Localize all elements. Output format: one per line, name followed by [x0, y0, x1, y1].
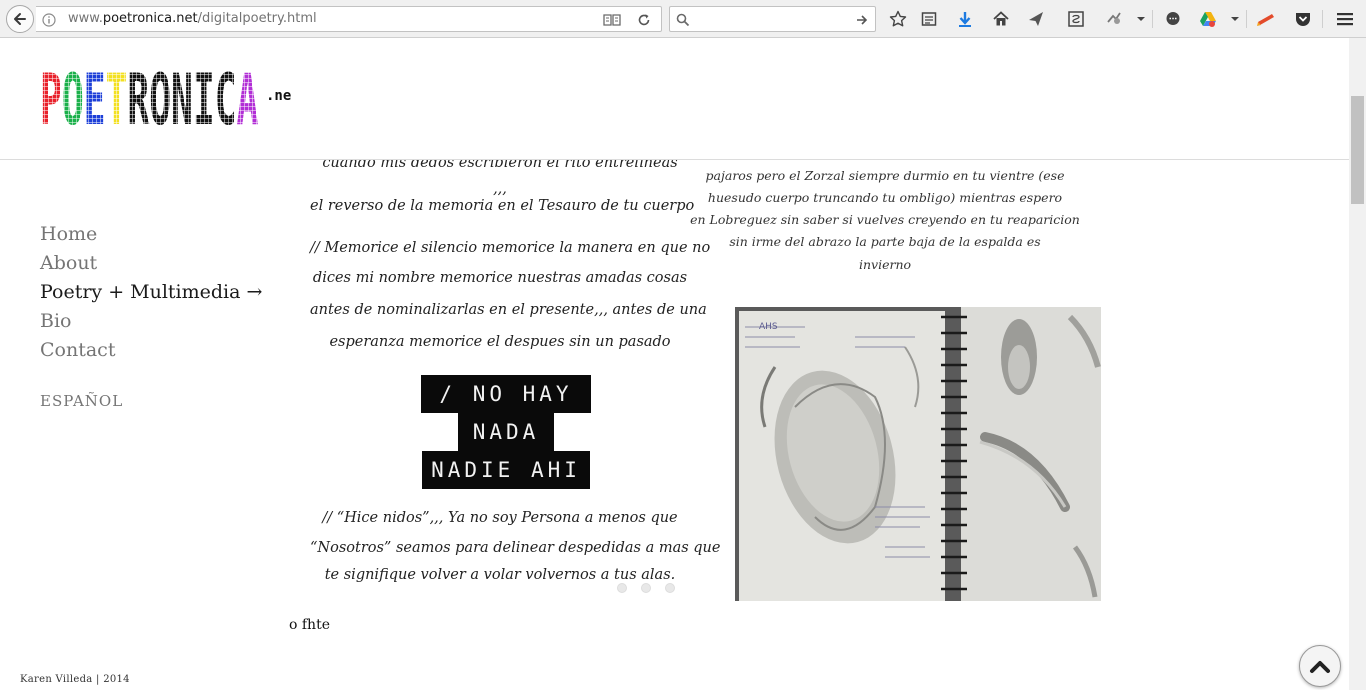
screenshot-icon[interactable]: [1066, 9, 1086, 29]
language-link[interactable]: ESPAÑOL: [40, 392, 123, 410]
no-hay-line: / NO HAY: [421, 375, 591, 413]
sketchbook-image: AHS: [735, 307, 1101, 601]
search-icon: [676, 12, 690, 31]
toolbar-divider: [1152, 10, 1153, 28]
nav-item-contact[interactable]: Contact: [40, 336, 262, 365]
arrow-left-icon: [14, 13, 26, 25]
info-icon[interactable]: [42, 12, 56, 31]
footer-text: Karen Villeda | 2014: [20, 674, 130, 685]
home-icon[interactable]: [991, 9, 1011, 29]
poem-line: // Memorice el silencio memorice la mane…: [310, 240, 711, 256]
nadie-ahi-line: NADIE AHI: [422, 451, 590, 489]
slider-dots: [617, 578, 689, 597]
no-hay-block: / NO HAY NADA NADIE AHI: [420, 375, 592, 489]
slider-dot[interactable]: [665, 583, 675, 593]
arrow-right-icon[interactable]: [855, 12, 869, 31]
poem-line: antes de nominalizarlas en el presente,,…: [310, 302, 707, 318]
site-header: P O E T R O N I C A .net: [0, 38, 1349, 160]
caption-text: o fhte: [289, 617, 330, 633]
hamburger-menu-icon[interactable]: [1335, 9, 1355, 29]
toolbar-divider-2: [1246, 10, 1247, 28]
poem-line: dices mi nombre memorice nuestras amadas…: [312, 270, 688, 286]
url-prefix: www.: [68, 11, 103, 26]
url-host: poetronica.net: [102, 11, 198, 26]
chevron-down-icon-2[interactable]: [1225, 9, 1245, 29]
scrollbar-thumb[interactable]: [1351, 96, 1364, 204]
pocket-icon[interactable]: [1293, 9, 1313, 29]
poem-line: huesudo cuerpo truncando tu ombligo) mie…: [707, 190, 1063, 205]
reading-list-icon[interactable]: [919, 9, 939, 29]
poem-line: // “Hice nidos”,,, Ya no soy Persona a m…: [322, 510, 678, 526]
url-text[interactable]: www.poetronica.net/digitalpoetry.html: [68, 11, 317, 26]
notebook-label: AHS: [759, 322, 778, 332]
send-icon[interactable]: [1026, 9, 1046, 29]
reload-icon[interactable]: [637, 12, 651, 31]
bookmark-star-icon[interactable]: [888, 9, 908, 29]
back-button[interactable]: [6, 5, 34, 33]
svg-text:.net: .net: [266, 88, 292, 104]
poem-line: pajaros pero el Zorzal siempre durmio en…: [705, 168, 1065, 183]
browser-toolbar: www.poetronica.net/digitalpoetry.html: [0, 0, 1366, 38]
nav-item-poetry-multimedia[interactable]: Poetry + Multimedia →: [40, 278, 262, 307]
reader-view-icon[interactable]: [603, 12, 621, 31]
url-bar[interactable]: www.poetronica.net/digitalpoetry.html: [36, 6, 662, 32]
poem-line: en Lobreguez sin saber si vuelves creyen…: [690, 212, 1080, 227]
nav-item-home[interactable]: Home: [40, 220, 262, 249]
nada-line: NADA: [458, 413, 554, 451]
toolbar-divider-3: [1322, 10, 1323, 28]
poem-line: “Nosotros” seamos para delinear despedid…: [310, 540, 721, 556]
scroll-to-top-button[interactable]: [1299, 645, 1341, 687]
slider-dot[interactable]: [641, 583, 651, 593]
poem-line: sin irme del abrazo la parte baja de la …: [729, 234, 1041, 249]
url-path: /digitalpoetry.html: [197, 11, 317, 26]
poetronica-logo-image: P O E T R O N I C A .net: [40, 58, 300, 142]
chevron-up-icon: [1310, 661, 1330, 673]
site-logo[interactable]: P O E T R O N I C A .net: [40, 58, 300, 142]
extension-icon[interactable]: [1104, 9, 1124, 29]
download-icon[interactable]: [955, 9, 975, 29]
main-nav: Home About Poetry + Multimedia → Bio Con…: [40, 220, 262, 365]
color-picker-icon[interactable]: [1256, 9, 1276, 29]
search-bar[interactable]: [669, 6, 876, 32]
nav-item-bio[interactable]: Bio: [40, 307, 262, 336]
chat-icon[interactable]: [1163, 9, 1183, 29]
poem-line: esperanza memorice el despues sin un pas…: [329, 334, 671, 350]
poem-line: el reverso de la memoria en el Tesauro d…: [310, 198, 695, 214]
chevron-down-icon[interactable]: [1131, 9, 1151, 29]
poem-line: invierno: [858, 257, 912, 272]
slider-dot[interactable]: [617, 583, 627, 593]
page-scrollbar[interactable]: [1349, 38, 1366, 690]
poem-line: ,,,: [493, 181, 507, 197]
nav-item-about[interactable]: About: [40, 249, 262, 278]
drive-icon[interactable]: [1198, 9, 1218, 29]
